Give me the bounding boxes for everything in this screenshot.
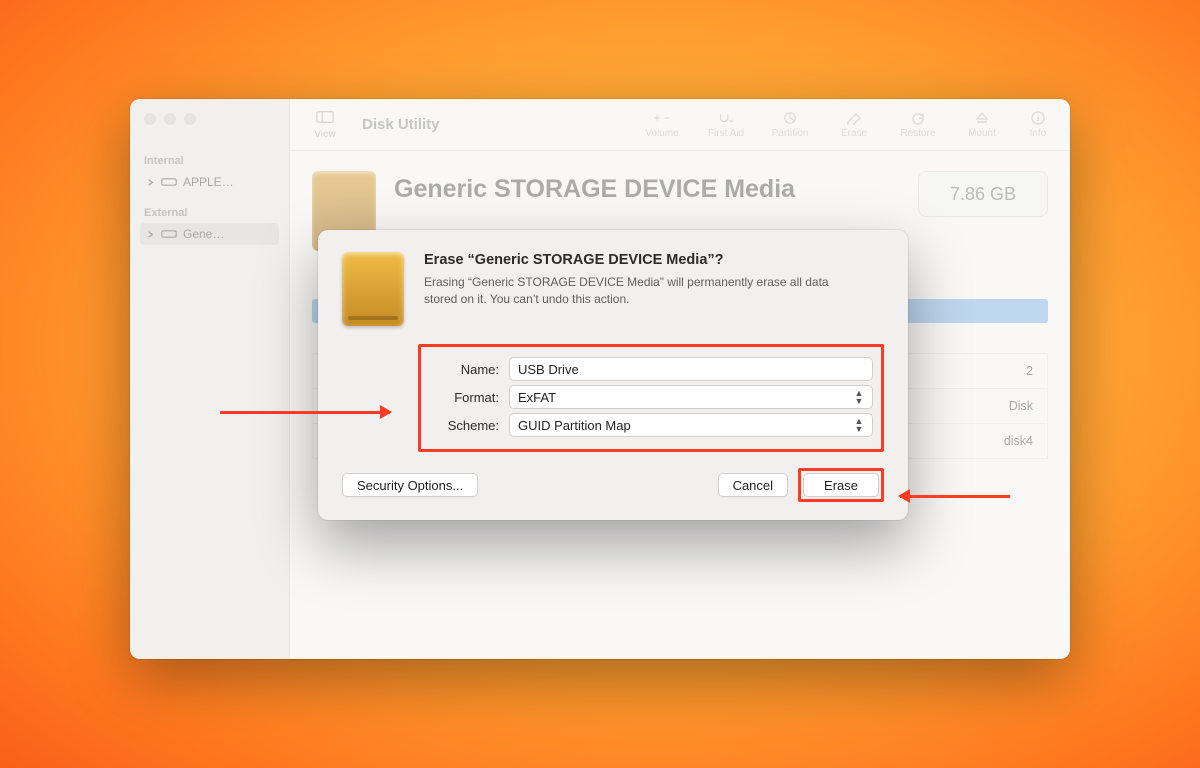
dialog-title: Erase “Generic STORAGE DEVICE Media”? [424, 252, 854, 268]
eject-icon [973, 111, 991, 125]
name-label: Name: [429, 362, 499, 377]
erase-icon [845, 111, 863, 125]
info-icon [1029, 111, 1047, 125]
cancel-button[interactable]: Cancel [718, 473, 788, 497]
restore-icon [909, 111, 927, 125]
sidebar: Internal APPLE… External Gene… [130, 99, 290, 659]
erase-dialog: Erase “Generic STORAGE DEVICE Media”? Er… [318, 230, 908, 520]
toolbar-mount-button[interactable]: Mount [954, 111, 1010, 139]
toolbar-firstaid-button[interactable]: First Aid [698, 111, 754, 139]
toolbar: View Disk Utility Volume First Aid Parti… [290, 99, 1070, 151]
toolbar-partition-button[interactable]: Partition [762, 111, 818, 139]
sidebar-item-label: APPLE… [183, 175, 234, 189]
chevron-right-icon [146, 178, 155, 187]
updown-caret-icon: ▲▼ [852, 417, 866, 433]
form-highlight-box: Name: USB Drive Format: ExFAT ▲▼ Scheme:… [418, 344, 884, 452]
sidebar-toggle-icon [316, 110, 334, 124]
toolbar-volume-button[interactable]: Volume [634, 111, 690, 139]
toolbar-view-button[interactable]: View [302, 110, 348, 140]
updown-caret-icon: ▲▼ [852, 389, 866, 405]
scheme-label: Scheme: [429, 418, 499, 433]
external-disk-icon [161, 228, 177, 240]
sidebar-section-external: External [144, 207, 275, 219]
toolbar-info-button[interactable]: Info [1018, 111, 1058, 139]
minimize-icon[interactable] [164, 113, 176, 125]
annotation-arrow-erase [900, 495, 1010, 498]
pie-icon [781, 111, 799, 125]
format-label: Format: [429, 390, 499, 405]
close-icon[interactable] [144, 113, 156, 125]
window-title: Disk Utility [362, 116, 440, 133]
stethoscope-icon [717, 111, 735, 125]
toolbar-view-label: View [314, 129, 336, 140]
name-input[interactable]: USB Drive [509, 357, 873, 381]
format-select[interactable]: ExFAT ▲▼ [509, 385, 873, 409]
window-traffic-lights[interactable] [144, 113, 196, 125]
sidebar-item-external-0[interactable]: Gene… [140, 223, 279, 245]
erase-button[interactable]: Erase [803, 473, 879, 497]
security-options-button[interactable]: Security Options... [342, 473, 478, 497]
toolbar-erase-button[interactable]: Erase [826, 111, 882, 139]
internal-disk-icon [161, 176, 177, 188]
sidebar-item-label: Gene… [183, 227, 224, 241]
erase-button-highlight: Erase [798, 468, 884, 502]
annotation-arrow-form [220, 411, 390, 414]
capacity-badge: 7.86 GB [918, 171, 1048, 217]
chevron-right-icon [146, 230, 155, 239]
plus-minus-icon [653, 111, 671, 125]
sidebar-item-internal-0[interactable]: APPLE… [140, 171, 279, 193]
device-title: Generic STORAGE DEVICE Media [394, 175, 900, 204]
sidebar-section-internal: Internal [144, 155, 275, 167]
toolbar-restore-button[interactable]: Restore [890, 111, 946, 139]
dialog-description: Erasing “Generic STORAGE DEVICE Media” w… [424, 274, 854, 308]
external-drive-icon [342, 252, 404, 326]
zoom-icon[interactable] [184, 113, 196, 125]
scheme-select[interactable]: GUID Partition Map ▲▼ [509, 413, 873, 437]
